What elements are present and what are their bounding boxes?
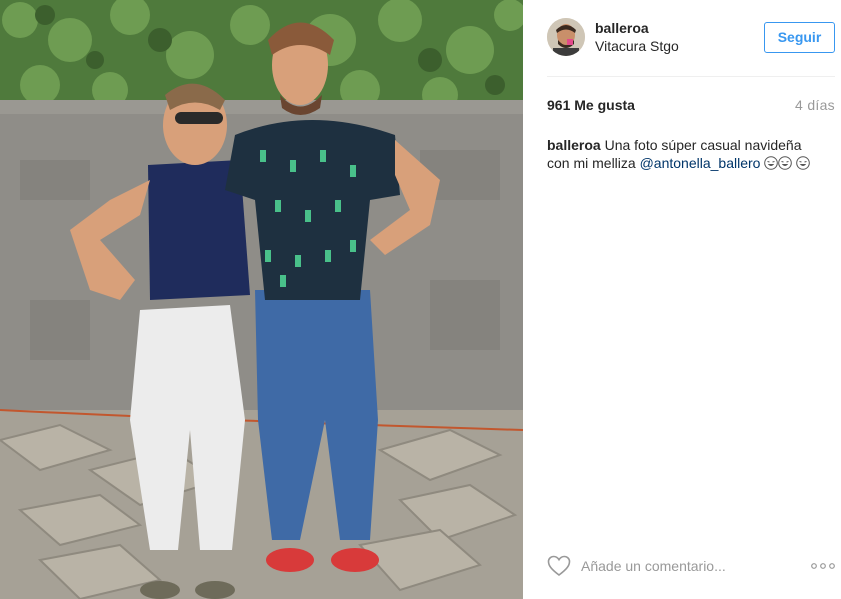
caption-mention[interactable]: @antonella_ballero [640, 155, 761, 171]
location-link[interactable]: Vitacura Stgo [595, 38, 679, 54]
follow-button[interactable]: Seguir [764, 22, 835, 53]
avatar[interactable] [547, 18, 585, 56]
username[interactable]: balleroa [595, 20, 649, 36]
more-options-icon[interactable] [810, 558, 836, 574]
laughing-emoji-icon [778, 156, 793, 170]
photo-illustration [0, 0, 523, 599]
post-header: balleroa Vitacura Stgo Seguir [523, 0, 841, 76]
comment-input[interactable] [581, 554, 781, 578]
likes-count[interactable]: 961 Me gusta [547, 97, 635, 113]
caption: balleroa Una foto súper casual navideña … [547, 136, 827, 172]
laughing-emoji-icon [796, 156, 811, 170]
header-divider [547, 76, 835, 77]
comment-bar [523, 548, 841, 584]
post-details-panel: balleroa Vitacura Stgo Seguir 961 Me gus… [523, 0, 841, 599]
post-photo[interactable] [0, 0, 523, 599]
avatar-image [547, 18, 585, 56]
caption-username[interactable]: balleroa [547, 137, 601, 153]
laughing-emoji-icon [764, 156, 779, 170]
heart-icon[interactable] [547, 555, 571, 577]
post-timestamp[interactable]: 4 días [795, 97, 835, 113]
